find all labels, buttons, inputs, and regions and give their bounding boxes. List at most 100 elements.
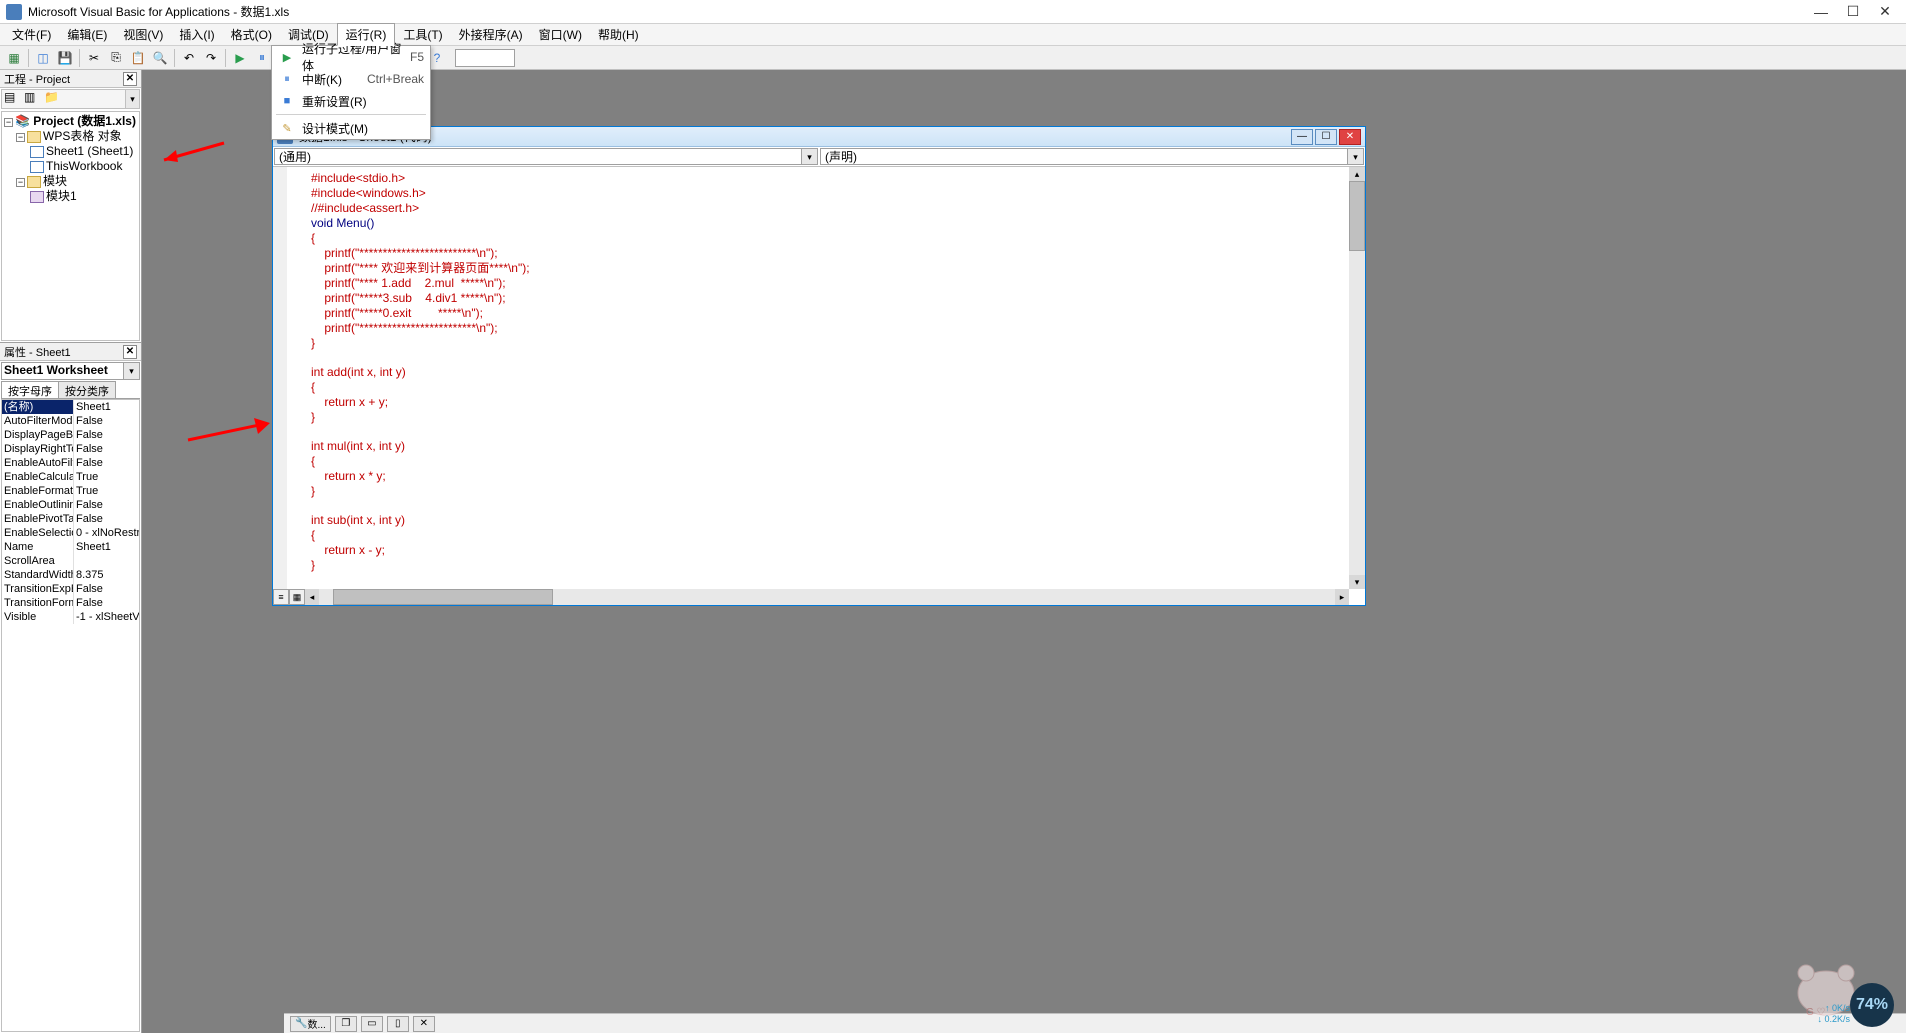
taskbar-cascade-icon[interactable]: ❐ [335,1016,357,1032]
property-row[interactable]: StandardWidth8.375 [2,568,139,582]
cut-icon[interactable]: ✂ [84,48,104,68]
property-row[interactable]: DisplayRightToFalse [2,442,139,456]
menu-item[interactable]: 文件(F) [4,24,59,45]
run-menu-dropdown: ▶运行子过程/用户窗体F5⏸中断(K)Ctrl+Break■重新设置(R) ✎设计… [271,45,431,140]
taskbar-tile-h-icon[interactable]: ▭ [361,1016,383,1032]
scroll-left-icon[interactable]: ◂ [305,589,319,605]
menu-item-icon: ■ [278,95,296,107]
code-window-minimize[interactable]: — [1291,129,1313,145]
taskbar-tile-v-icon[interactable]: ▯ [387,1016,409,1032]
menu-dropdown-item[interactable]: ■重新设置(R) [272,90,430,112]
property-row[interactable]: TransitionFormFalse [2,596,139,610]
app-icon [6,4,22,20]
menu-dropdown-item[interactable]: ▶运行子过程/用户窗体F5 [272,46,430,68]
menu-item[interactable]: 编辑(E) [59,24,115,45]
tree-project-root[interactable]: Project (数据1.xls) [33,114,136,128]
property-row[interactable]: TransitionExpEFalse [2,582,139,596]
view-object-icon[interactable]: ▥ [24,90,42,108]
close-button[interactable]: ✕ [1878,5,1892,19]
menu-item-icon: ✎ [278,122,296,135]
property-row[interactable]: EnablePivotTabFalse [2,512,139,526]
property-row[interactable]: EnableCalculatTrue [2,470,139,484]
menu-item[interactable]: 运行(R) [337,23,396,46]
property-row[interactable]: EnableAutoFiltFalse [2,456,139,470]
code-window-combos: (通用) ▾ (声明) ▾ [273,147,1365,167]
project-toolbar-scroll[interactable]: ▾ [125,90,139,108]
code-window-title-bar[interactable]: 数据1.xls - Sheet1 (代码) — ☐ ✕ [273,127,1365,147]
minimize-button[interactable]: — [1814,5,1828,19]
full-module-view-icon[interactable]: ▦ [289,589,305,605]
chevron-down-icon[interactable]: ▾ [1347,149,1363,164]
object-combo[interactable]: (通用) ▾ [274,148,818,165]
property-row[interactable]: AutoFilterModeFalse [2,414,139,428]
menu-item[interactable]: 插入(I) [171,24,222,45]
tree-modules[interactable]: 模块 [43,174,67,188]
tree-sheet1[interactable]: Sheet1 (Sheet1) [46,144,133,158]
scrollbar-thumb[interactable] [1349,181,1365,251]
menu-dropdown-item[interactable]: ⏸中断(K)Ctrl+Break [272,68,430,90]
horizontal-scrollbar[interactable]: ≡ ▦ ◂ ▸ [273,589,1349,605]
procedure-combo[interactable]: (声明) ▾ [820,148,1364,165]
menu-item[interactable]: 帮助(H) [590,24,647,45]
property-row[interactable]: (名称)Sheet1 [2,400,139,414]
chevron-down-icon[interactable]: ▾ [801,149,817,164]
code-window-close[interactable]: ✕ [1339,129,1361,145]
menu-item[interactable]: 工具(T) [395,24,450,45]
redo-icon[interactable]: ↷ [201,48,221,68]
tree-module1[interactable]: 模块1 [46,189,77,203]
insert-module-icon[interactable]: ◫ [33,48,53,68]
menu-dropdown-item[interactable]: ✎设计模式(M) [272,117,430,139]
code-window: 数据1.xls - Sheet1 (代码) — ☐ ✕ (通用) ▾ (声明) … [272,126,1366,606]
run-icon[interactable]: ▶ [230,48,250,68]
tab-categorized[interactable]: 按分类序 [58,381,116,398]
scrollbar-thumb[interactable] [333,589,553,605]
properties-grid[interactable]: (名称)Sheet1AutoFilterModeFalseDisplayPage… [1,399,140,1032]
property-row[interactable]: Visible-1 - xlSheetV [2,610,139,624]
project-tree[interactable]: −📚 Project (数据1.xls) −WPS表格 对象 Sheet1 (S… [1,111,140,341]
chevron-down-icon[interactable]: ▾ [123,363,139,379]
property-row[interactable]: EnableSelectio0 - xlNoRestr [2,526,139,540]
view-excel-icon[interactable]: ▦ [4,48,24,68]
mdi-taskbar: 🔧 数... ❐ ▭ ▯ ✕ [284,1013,1906,1033]
tab-alphabetic[interactable]: 按字母序 [1,381,59,398]
save-icon[interactable]: 💾 [55,48,75,68]
taskbar-close-all-icon[interactable]: ✕ [413,1016,435,1032]
scroll-right-icon[interactable]: ▸ [1335,589,1349,605]
network-speed-badge: ↑ 0K/s↓ 0.2K/s [1817,1003,1850,1025]
vertical-scrollbar[interactable]: ▴ ▾ [1349,167,1365,589]
taskbar-window-button[interactable]: 🔧 数... [290,1016,331,1032]
property-row[interactable]: DisplayPageBreFalse [2,428,139,442]
property-row[interactable]: NameSheet1 [2,540,139,554]
paste-icon[interactable]: 📋 [128,48,148,68]
copy-icon[interactable]: ⎘ [106,48,126,68]
menu-item[interactable]: 外接程序(A) [451,24,531,45]
properties-object-combo[interactable]: Sheet1 Worksheet ▾ [1,362,140,380]
properties-tabs: 按字母序 按分类序 [1,381,140,399]
menu-item[interactable]: 窗口(W) [531,24,590,45]
property-row[interactable]: EnableFormatCoTrue [2,484,139,498]
properties-panel-close-icon[interactable]: ✕ [123,345,137,359]
menu-bar: 文件(F)编辑(E)视图(V)插入(I)格式(O)调试(D)运行(R)工具(T)… [0,24,1906,46]
menu-item[interactable]: 格式(O) [223,24,280,45]
property-row[interactable]: EnableOutlininFalse [2,498,139,512]
tree-wps-objects[interactable]: WPS表格 对象 [43,129,122,143]
position-combo[interactable] [455,49,515,67]
break-icon[interactable]: ⏸ [252,48,272,68]
property-row[interactable]: ScrollArea [2,554,139,568]
find-icon[interactable]: 🔍 [150,48,170,68]
main-area: 工程 - Project ✕ ▤ ▥ 📁 ▾ −📚 Project (数据1.x… [0,70,1906,1033]
scroll-up-icon[interactable]: ▴ [1349,167,1365,181]
code-window-maximize[interactable]: ☐ [1315,129,1337,145]
maximize-button[interactable]: ☐ [1846,5,1860,19]
project-panel-close-icon[interactable]: ✕ [123,72,137,86]
menu-item[interactable]: 视图(V) [115,24,171,45]
undo-icon[interactable]: ↶ [179,48,199,68]
view-code-icon[interactable]: ▤ [4,90,22,108]
annotation-arrow-1 [156,138,226,171]
scroll-down-icon[interactable]: ▾ [1349,575,1365,589]
code-editor[interactable]: #include<stdio.h> #include<windows.h> //… [273,167,1349,589]
toggle-folders-icon[interactable]: 📁 [44,90,62,108]
procedure-view-icon[interactable]: ≡ [273,589,289,605]
tree-thisworkbook[interactable]: ThisWorkbook [46,159,122,173]
percentage-badge[interactable]: 74% [1850,983,1894,1027]
